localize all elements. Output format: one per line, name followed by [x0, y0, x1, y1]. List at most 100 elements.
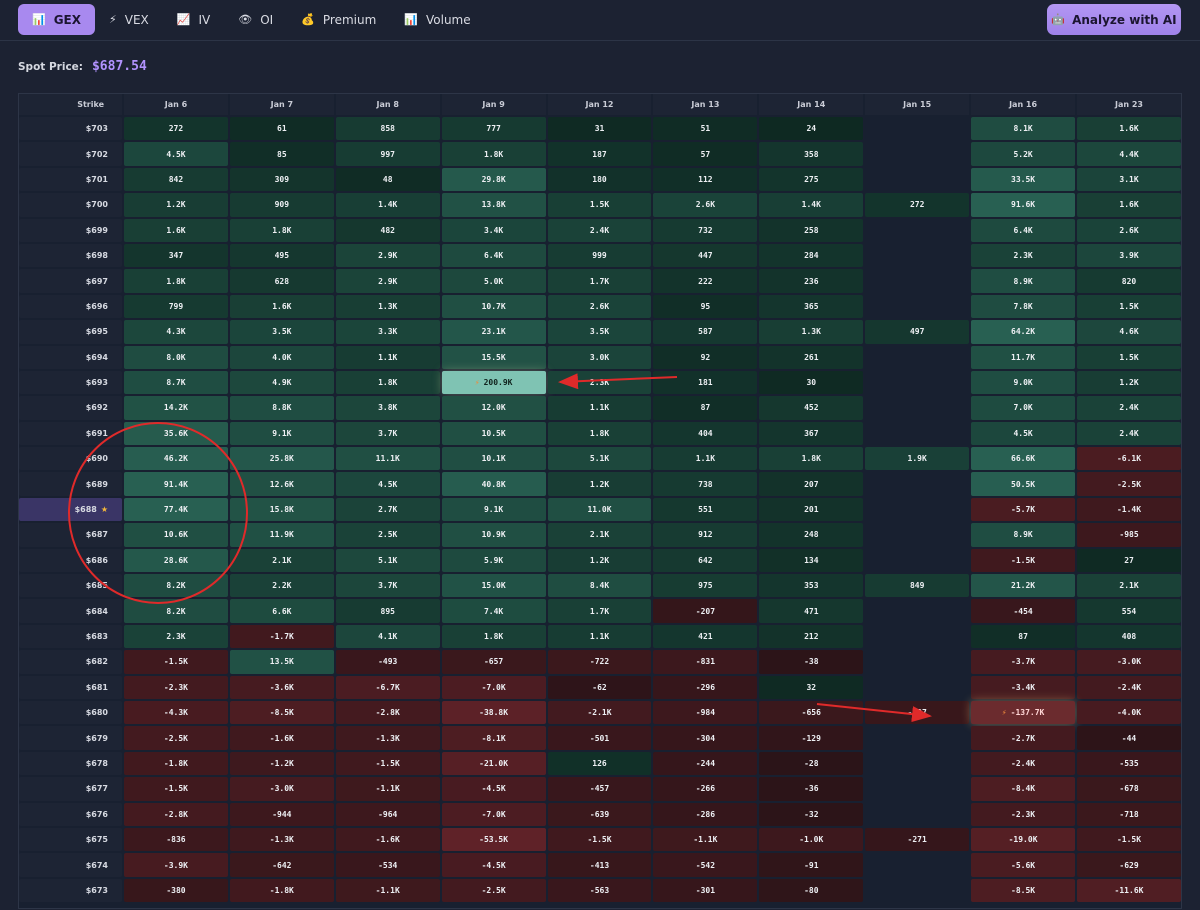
- gex-cell[interactable]: 9.0K: [971, 370, 1076, 395]
- gex-cell[interactable]: 1.8K: [335, 370, 440, 395]
- gex-cell[interactable]: 31: [547, 117, 652, 141]
- gex-cell[interactable]: 1.8K: [124, 269, 228, 293]
- gex-cell[interactable]: -207: [653, 599, 758, 623]
- gex-cell[interactable]: 5.2K: [971, 142, 1076, 166]
- gex-cell[interactable]: 61: [229, 117, 334, 141]
- gex-cell[interactable]: 2.4K: [1077, 421, 1181, 446]
- gex-cell[interactable]: -1.5K: [547, 827, 652, 852]
- gex-cell[interactable]: 11.7K: [971, 345, 1076, 369]
- gex-cell[interactable]: 497: [865, 320, 970, 344]
- gex-cell[interactable]: 15.0K: [441, 574, 546, 598]
- gex-cell[interactable]: -629: [1077, 853, 1181, 877]
- gex-cell[interactable]: -3.9K: [124, 853, 228, 877]
- gex-cell[interactable]: 999: [547, 243, 652, 268]
- gex-cell[interactable]: 13.8K: [441, 193, 546, 217]
- gex-cell[interactable]: 134: [759, 548, 864, 573]
- gex-cell[interactable]: -8.5K: [229, 700, 334, 725]
- gex-cell[interactable]: 2.9K: [335, 269, 440, 293]
- gex-cell[interactable]: -1.4K: [1077, 497, 1181, 522]
- gex-cell[interactable]: 820: [1077, 269, 1181, 293]
- gex-cell[interactable]: 11.1K: [335, 447, 440, 471]
- gex-cell[interactable]: 8.2K: [124, 599, 228, 623]
- gex-cell[interactable]: 87: [971, 624, 1076, 649]
- gex-cell[interactable]: 353: [759, 574, 864, 598]
- gex-cell[interactable]: -28: [759, 751, 864, 776]
- gex-cell[interactable]: 12.0K: [441, 396, 546, 420]
- gex-cell[interactable]: 6.6K: [229, 599, 334, 623]
- gex-cell[interactable]: 1.6K: [1077, 117, 1181, 141]
- gex-cell[interactable]: -454: [971, 599, 1076, 623]
- gex-cell[interactable]: 87: [653, 396, 758, 420]
- gex-cell[interactable]: -3.0K: [1077, 650, 1181, 674]
- gex-cell[interactable]: 4.0K: [229, 345, 334, 369]
- gex-cell[interactable]: 2.3K: [124, 624, 228, 649]
- gex-cell[interactable]: 1.8K: [441, 142, 546, 166]
- gex-cell[interactable]: -542: [653, 853, 758, 877]
- gex-cell[interactable]: -44: [1077, 726, 1181, 750]
- gex-cell[interactable]: 4.5K: [335, 472, 440, 496]
- gex-cell[interactable]: 1.7K: [547, 599, 652, 623]
- gex-cell[interactable]: -493: [335, 650, 440, 674]
- gex-cell[interactable]: 3.4K: [441, 218, 546, 242]
- gex-cell[interactable]: 1.6K: [229, 294, 334, 319]
- gex-cell[interactable]: 858: [335, 117, 440, 141]
- gex-cell[interactable]: 642: [653, 548, 758, 573]
- gex-cell[interactable]: 13.5K: [229, 650, 334, 674]
- gex-cell[interactable]: 5.1K: [547, 447, 652, 471]
- gex-cell[interactable]: 2.1K: [229, 548, 334, 573]
- gex-cell[interactable]: -964: [335, 802, 440, 826]
- gex-cell[interactable]: 1.4K: [759, 193, 864, 217]
- gex-cell[interactable]: 261: [759, 345, 864, 369]
- gex-cell[interactable]: -4.0K: [1077, 700, 1181, 725]
- gex-cell[interactable]: 91.4K: [124, 472, 228, 496]
- gex-cell[interactable]: 8.9K: [971, 269, 1076, 293]
- gex-cell[interactable]: 777: [441, 117, 546, 141]
- tab-vex[interactable]: ⚡ VEX: [95, 4, 163, 35]
- gex-cell[interactable]: 2.9K: [335, 243, 440, 268]
- gex-cell[interactable]: -642: [229, 853, 334, 877]
- gex-cell[interactable]: 358: [759, 142, 864, 166]
- gex-cell[interactable]: 2.2K: [229, 574, 334, 598]
- gex-cell[interactable]: 4.1K: [335, 624, 440, 649]
- gex-cell[interactable]: -11.6K: [1077, 878, 1181, 903]
- gex-cell[interactable]: 112: [653, 167, 758, 192]
- gex-cell[interactable]: 15.8K: [229, 497, 334, 522]
- gex-cell[interactable]: 10.5K: [441, 421, 546, 446]
- gex-cell[interactable]: 1.8K: [547, 421, 652, 446]
- gex-cell[interactable]: 551: [653, 497, 758, 522]
- gex-cell[interactable]: 222: [653, 269, 758, 293]
- gex-cell[interactable]: 1.9K: [865, 447, 970, 471]
- gex-cell[interactable]: 3.7K: [335, 421, 440, 446]
- gex-cell[interactable]: 554: [1077, 599, 1181, 623]
- tab-volume[interactable]: 📊 Volume: [390, 4, 484, 35]
- gex-cell[interactable]: 421: [653, 624, 758, 649]
- gex-cell-highlight[interactable]: ⚡ 200.9K: [441, 370, 546, 395]
- gex-cell[interactable]: -1.1K: [653, 827, 758, 852]
- gex-cell[interactable]: 248: [759, 523, 864, 547]
- gex-cell[interactable]: -3.4K: [971, 675, 1076, 699]
- gex-cell[interactable]: 9.1K: [229, 421, 334, 446]
- gex-cell[interactable]: 11.0K: [547, 497, 652, 522]
- gex-cell[interactable]: -8.4K: [971, 777, 1076, 801]
- gex-cell[interactable]: 27: [1077, 548, 1181, 573]
- gex-cell[interactable]: 32: [759, 675, 864, 699]
- gex-cell[interactable]: 11.9K: [229, 523, 334, 547]
- gex-cell[interactable]: 1.2K: [547, 472, 652, 496]
- gex-cell[interactable]: 92: [653, 345, 758, 369]
- tab-gex[interactable]: 📊 GEX: [18, 4, 96, 35]
- gex-cell[interactable]: 482: [335, 218, 440, 242]
- gex-cell[interactable]: 212: [759, 624, 864, 649]
- gex-cell[interactable]: 2.3K: [971, 243, 1076, 268]
- gex-cell[interactable]: -2.5K: [441, 878, 546, 903]
- gex-cell[interactable]: 7.4K: [441, 599, 546, 623]
- gex-cell[interactable]: 452: [759, 396, 864, 420]
- gex-cell[interactable]: -5.7K: [971, 497, 1076, 522]
- gex-cell[interactable]: -36: [759, 777, 864, 801]
- tab-oi[interactable]: 👁 OI: [224, 4, 287, 35]
- gex-cell[interactable]: -3.7K: [971, 650, 1076, 674]
- gex-cell[interactable]: 2.6K: [547, 294, 652, 319]
- gex-cell[interactable]: -4.5K: [441, 853, 546, 877]
- gex-cell[interactable]: -296: [653, 675, 758, 699]
- gex-cell[interactable]: -2.5K: [1077, 472, 1181, 496]
- gex-cell[interactable]: -1.1K: [335, 878, 440, 903]
